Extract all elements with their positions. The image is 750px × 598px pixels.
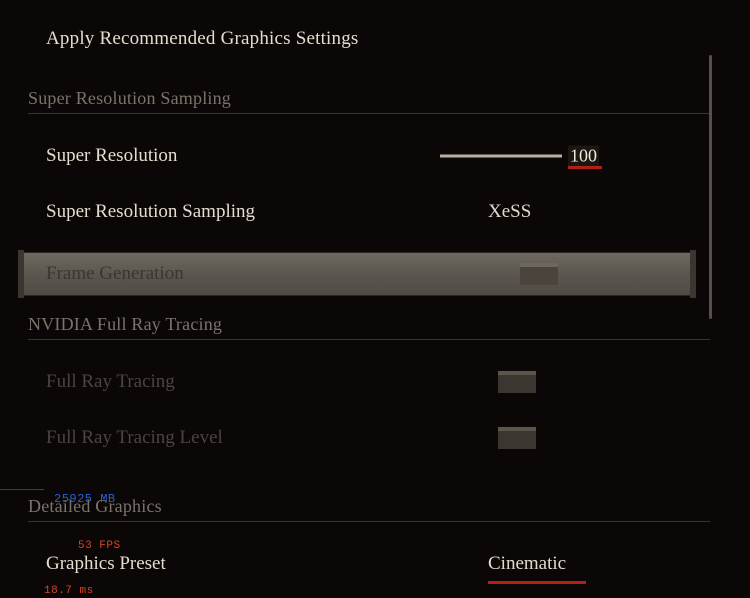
row-full-ray-tracing[interactable]: Full Ray Tracing	[0, 354, 750, 410]
section-header-srs-label: Super Resolution Sampling	[28, 88, 231, 108]
graphics-preset-value: Cinematic	[488, 553, 566, 575]
super-resolution-label: Super Resolution	[46, 145, 436, 167]
section-header-detailed-label: Detailed Graphics	[28, 496, 162, 516]
slider-track[interactable]	[440, 155, 562, 158]
srs-mode-value: XeSS	[488, 201, 531, 223]
graphics-preset-label: Graphics Preset	[46, 553, 436, 575]
section-header-rt-label: NVIDIA Full Ray Tracing	[28, 314, 222, 334]
section-header-rt: NVIDIA Full Ray Tracing	[28, 314, 750, 335]
row-graphics-preset[interactable]: Graphics Preset Cinematic	[0, 536, 750, 592]
row-super-resolution[interactable]: Super Resolution 100	[0, 128, 750, 184]
full-ray-tracing-level-toggle[interactable]	[498, 427, 536, 449]
super-resolution-value: 100	[568, 146, 599, 167]
full-ray-tracing-label: Full Ray Tracing	[46, 371, 436, 393]
slider-fill	[440, 155, 562, 158]
row-full-ray-tracing-level[interactable]: Full Ray Tracing Level	[0, 410, 750, 466]
row-frame-generation[interactable]: Frame Generation	[22, 252, 692, 296]
frame-generation-label: Frame Generation	[46, 263, 436, 285]
value-underline	[488, 581, 586, 584]
apply-recommended-button[interactable]: Apply Recommended Graphics Settings	[0, 0, 750, 50]
debug-line	[0, 489, 44, 490]
srs-mode-label: Super Resolution Sampling	[46, 201, 436, 223]
section-header-srs: Super Resolution Sampling	[28, 88, 750, 109]
row-srs-mode[interactable]: Super Resolution Sampling XeSS	[0, 184, 750, 240]
apply-recommended-label: Apply Recommended Graphics Settings	[46, 28, 359, 49]
frame-generation-toggle[interactable]	[520, 263, 558, 285]
full-ray-tracing-level-label: Full Ray Tracing Level	[46, 427, 436, 449]
section-header-detailed: Detailed Graphics	[28, 496, 750, 517]
full-ray-tracing-toggle[interactable]	[498, 371, 536, 393]
super-resolution-slider[interactable]: 100	[440, 146, 599, 167]
settings-panel: Apply Recommended Graphics Settings Supe…	[0, 0, 750, 598]
value-underline	[568, 166, 602, 169]
